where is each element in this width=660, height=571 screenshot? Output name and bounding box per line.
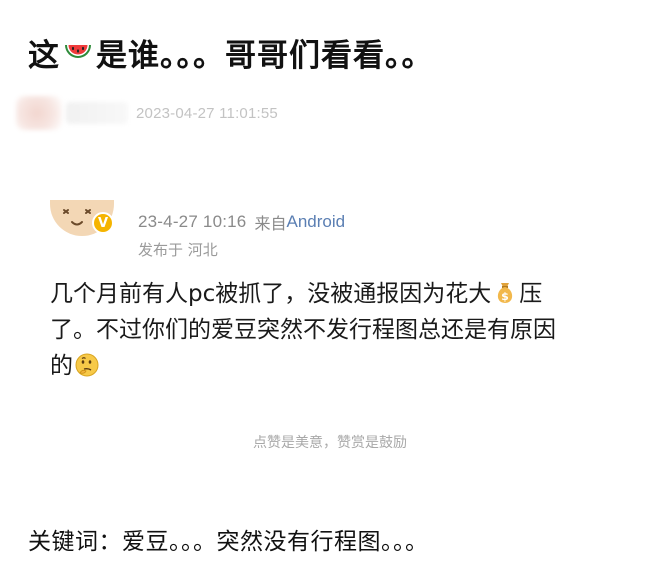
comment-text: 压: [519, 281, 543, 307]
blurred-avatar: [16, 96, 62, 130]
headline-text-start: 这: [28, 37, 60, 74]
comment-location: 发布于 河北: [138, 241, 218, 259]
comment-text: 的: [50, 353, 73, 379]
thinking-face-icon: [74, 352, 100, 378]
comment-line-2: 了。不过你们的爱豆突然不发行程图总还是有原因: [50, 317, 556, 343]
comment-card: V 23-4-27 10:16 来自 Android 发布于 河北 几个月前有人…: [0, 200, 660, 460]
comment-time-line: 23-4-27 10:16 来自 Android: [138, 210, 345, 234]
comment-source-prefix: 来自: [254, 214, 287, 233]
post-timestamp: 2023-04-27 11:01:55: [136, 104, 278, 122]
post-meta: 2023-04-27 11:01:55: [16, 96, 278, 130]
verified-v-icon: V: [92, 212, 114, 234]
comment-body: 几个月前有人pc被抓了，没被通报因为花大 $ 压 了。不过你们的爱豆突然不发行程图总…: [50, 276, 630, 384]
watermelon-icon: [62, 36, 94, 68]
blurred-username: [66, 102, 128, 124]
comment-line-3: 的: [50, 348, 630, 384]
comment-text: 几个月前有人pc被抓了，没被通报因为花大: [50, 281, 492, 307]
comment-time: 23-4-27 10:16: [138, 212, 247, 231]
keywords-line: 关键词：爱豆。。。突然没有行程图。。。: [28, 529, 429, 555]
post-headline: 这 是谁。。。哥哥们看看。。: [28, 30, 434, 74]
svg-text:$: $: [501, 290, 509, 303]
money-bag-icon: $: [492, 280, 518, 306]
headline-text-end: 是谁。。。哥哥们看看。。: [96, 37, 434, 74]
comment-info: 23-4-27 10:16 来自 Android 发布于 河北: [138, 210, 345, 260]
reward-hint: 点赞是美意，赞赏是鼓励: [253, 435, 407, 451]
comment-source-link[interactable]: Android: [286, 212, 345, 232]
comment-line-1: 几个月前有人pc被抓了，没被通报因为花大 $ 压: [50, 276, 630, 312]
